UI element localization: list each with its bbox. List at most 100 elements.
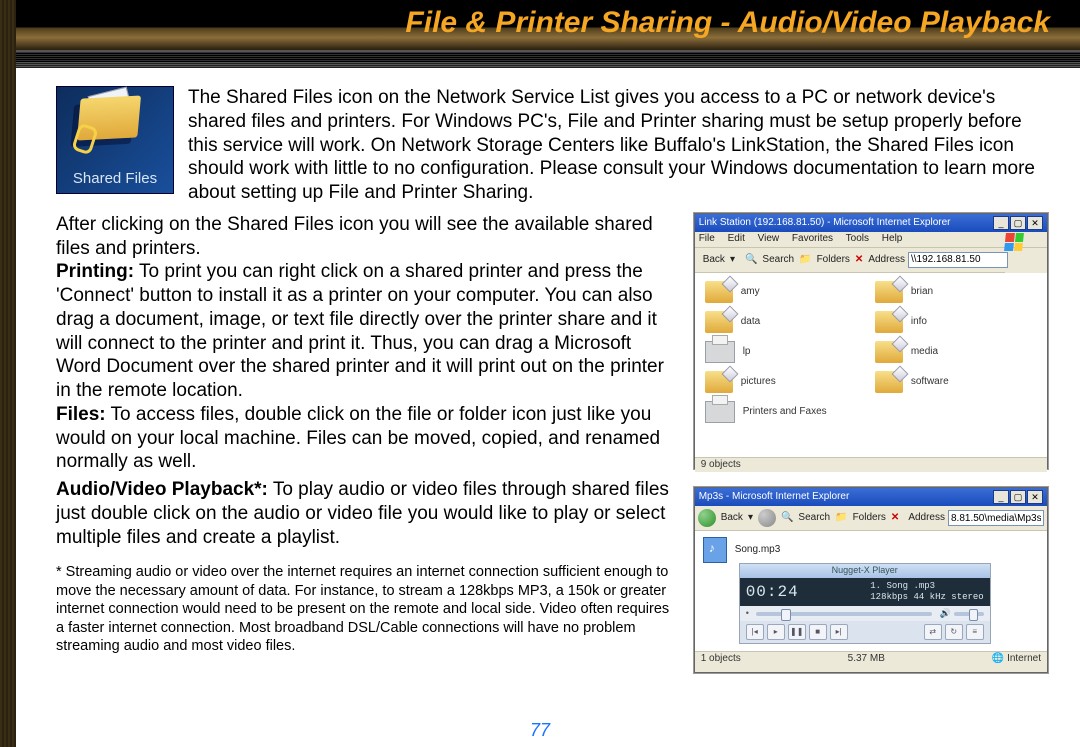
page-header: File & Printer Sharing - Audio/Video Pla… [0, 0, 1080, 52]
share-item-label: lp [743, 346, 751, 359]
search-label: Search [798, 512, 830, 525]
share-item-label: brian [911, 286, 933, 299]
player-rate: 44 kHz [913, 592, 945, 602]
play-button: ▸ [767, 624, 785, 640]
folder-icon [875, 281, 903, 303]
folder-icon [875, 371, 903, 393]
back-icon [698, 509, 716, 527]
folder-icon [875, 341, 903, 363]
player-name: Nugget-X Player [740, 564, 990, 577]
av-label: Audio/Video Playback*: [56, 479, 268, 500]
forward-icon [758, 509, 776, 527]
player-track: 1. Song .mp3 [870, 581, 935, 591]
shared-files-icon-label: Shared Files [57, 170, 173, 189]
win2-title: Mp3s - Microsoft Internet Explorer [699, 491, 850, 504]
paragraph-files: Files: To access files, double click on … [56, 403, 676, 474]
player-buttons: |◂ ▸ ❚❚ ■ ▸| ⇄ ↻ ≡ [740, 621, 990, 643]
folder-icon [705, 281, 733, 303]
prev-button: |◂ [746, 624, 764, 640]
share-item-label: media [911, 346, 938, 359]
printing-body: To print you can right click on a shared… [56, 261, 664, 401]
win1-menubar: File Edit View Favorites Tools Help [695, 232, 1047, 248]
shared-files-icon: Shared Files [56, 86, 174, 194]
address-input [948, 510, 1044, 526]
win-xp-mini-logo [1005, 233, 1033, 251]
repeat-button: ↻ [945, 624, 963, 640]
share-item-label: data [741, 316, 760, 329]
win1-toolbar: Back ▾ 🔍Search 📁Folders ✕ Address [695, 248, 1005, 273]
win2-toolbar: Back ▾ 🔍Search 📁Folders ✕ Address [695, 506, 1047, 531]
address-label: Address [908, 512, 945, 525]
printing-label: Printing: [56, 261, 134, 282]
folders-label: Folders [853, 512, 886, 525]
intro-text: The Shared Files icon on the Network Ser… [188, 87, 1035, 203]
share-item-label: software [911, 376, 949, 389]
player-time: 00:24 [746, 582, 799, 602]
player-bitrate: 128kbps [870, 592, 908, 602]
media-player: Nugget-X Player 00:24 1. Song .mp3 128kb… [739, 563, 991, 644]
win2-titlebar: Mp3s - Microsoft Internet Explorer _▢✕ [695, 488, 1047, 507]
seek-slider [756, 612, 933, 616]
folder-share-item: data [705, 311, 867, 333]
win2-window-buttons: _▢✕ [992, 490, 1043, 505]
shuffle-button: ⇄ [924, 624, 942, 640]
left-rail-decoration [0, 0, 16, 747]
player-display: 00:24 1. Song .mp3 128kbps 44 kHz stereo [740, 578, 990, 607]
page-title: File & Printer Sharing - Audio/Video Pla… [0, 6, 1080, 40]
footnote: * Streaming audio or video over the inte… [56, 563, 676, 656]
back-label: Back [703, 254, 725, 267]
playlist-button: ≡ [966, 624, 984, 640]
status-objects: 1 objects [701, 653, 741, 666]
address-label: Address [868, 254, 905, 267]
player-mode: stereo [951, 592, 983, 602]
mp3-icon [703, 537, 727, 563]
paragraph-after-click: After clicking on the Shared Files icon … [56, 213, 676, 261]
menu-help: Help [882, 233, 903, 244]
menu-edit: Edit [728, 233, 745, 244]
folder-share-item: pictures [705, 371, 867, 393]
pause-button: ❚❚ [788, 624, 806, 640]
menu-file: File [699, 233, 715, 244]
win2-status: 1 objects 5.37 MB 🌐 Internet [695, 651, 1047, 667]
share-item-label: info [911, 316, 927, 329]
menu-view: View [758, 233, 780, 244]
folder-share-item: media [875, 341, 1037, 363]
win1-file-area: amy brian data info lp media pictures software P… [695, 273, 1047, 457]
win1-title: Link Station (192.168.81.50) - Microsoft… [699, 217, 951, 230]
page-number: 77 [0, 720, 1080, 741]
delete-icon: ✕ [891, 512, 899, 525]
paragraph-printing: Printing: To print you can right click o… [56, 260, 676, 403]
status-size: 5.37 MB [848, 653, 885, 666]
menu-favorites: Favorites [792, 233, 833, 244]
screenshot-explorer: Link Station (192.168.81.50) - Microsoft… [694, 213, 1048, 469]
mp3-filename: Song.mp3 [735, 544, 781, 557]
header-stripes [0, 52, 1080, 62]
delete-icon: ✕ [855, 254, 863, 267]
next-button: ▸| [830, 624, 848, 640]
share-item-label: pictures [741, 376, 776, 389]
win1-titlebar: Link Station (192.168.81.50) - Microsoft… [695, 214, 1047, 233]
folder-share-item: info [875, 311, 1037, 333]
folder-share-item: amy [705, 281, 867, 303]
stop-button: ■ [809, 624, 827, 640]
printer-icon [705, 401, 735, 423]
screenshot-player: Mp3s - Microsoft Internet Explorer _▢✕ B… [694, 487, 1048, 673]
folder-share-item: software [875, 371, 1037, 393]
folder-icon [875, 311, 903, 333]
win1-window-buttons: _▢✕ [992, 216, 1043, 231]
files-body: To access files, double click on the fil… [56, 404, 660, 473]
files-label: Files: [56, 404, 106, 425]
folder-share-item: brian [875, 281, 1037, 303]
status-zone: Internet [1007, 653, 1041, 664]
printer-icon [705, 341, 735, 363]
back-label: Back [721, 512, 743, 525]
volume-slider [954, 612, 984, 616]
search-label: Search [762, 254, 794, 267]
printer-share-item: Printers and Faxes [705, 401, 867, 423]
printer-share-item: lp [705, 341, 867, 363]
share-item-label: amy [741, 286, 760, 299]
paragraph-av: Audio/Video Playback*: To play audio or … [56, 478, 676, 549]
share-item-label: Printers and Faxes [743, 406, 827, 419]
menu-tools: Tools [846, 233, 869, 244]
player-seek-row: • 🔊 [740, 606, 990, 621]
